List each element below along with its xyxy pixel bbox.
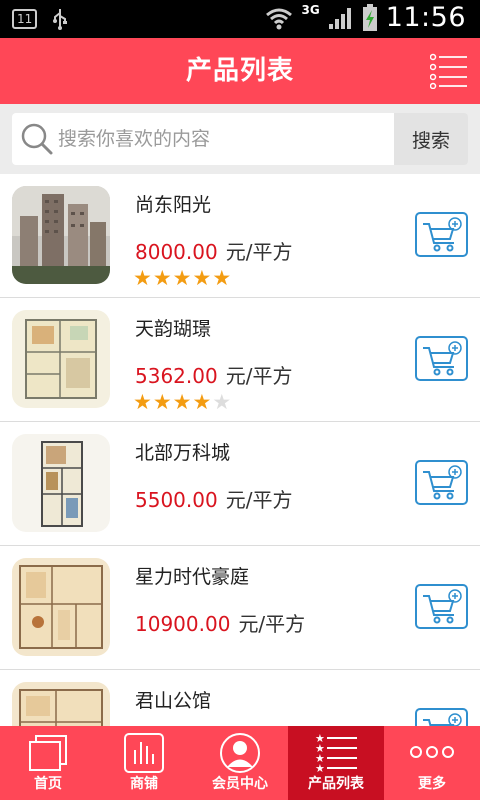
tab-label: 首页 — [34, 776, 62, 792]
search-button[interactable]: 搜索 — [394, 113, 468, 165]
product-thumbnail — [12, 558, 110, 656]
star-filled-icon: ★ — [192, 266, 212, 290]
product-thumbnail — [12, 186, 110, 284]
shop-icon — [124, 733, 164, 773]
product-price-unit: 元/平方 — [238, 612, 306, 636]
product-name: 天韵瑚璟 — [135, 318, 212, 340]
network-type-label: 3G — [301, 2, 320, 17]
list-menu-icon — [429, 53, 467, 90]
product-item[interactable]: 星力时代豪庭 10900.00 元/平方 — [0, 546, 480, 670]
add-to-cart-icon — [423, 589, 462, 624]
product-price: 10900.00 — [135, 612, 231, 636]
product-thumbnail — [12, 310, 110, 408]
search-input[interactable] — [58, 113, 388, 165]
star-filled-icon: ★ — [212, 266, 232, 290]
tab-label: 更多 — [418, 776, 446, 792]
product-name: 君山公馆 — [135, 690, 212, 712]
home-icon — [29, 735, 67, 771]
product-price-unit: 元/平方 — [225, 364, 293, 388]
list-menu-button[interactable] — [429, 53, 468, 90]
star-filled-icon: ★ — [172, 390, 192, 414]
product-price-line: 5500.00 元/平方 — [135, 484, 292, 513]
tab-home[interactable]: 首页 — [0, 726, 96, 800]
search-icon — [21, 123, 53, 155]
star-filled-icon: ★ — [172, 266, 192, 290]
star-filled-icon: ★ — [133, 266, 152, 290]
add-to-cart-icon — [423, 217, 462, 252]
more-icon — [410, 746, 454, 758]
search-box — [12, 113, 394, 165]
tab-shop[interactable]: 商铺 — [96, 726, 192, 800]
add-to-cart-icon — [423, 341, 462, 376]
product-name: 北部万科城 — [135, 442, 231, 464]
star-filled-icon: ★ — [133, 390, 152, 414]
product-thumbnail — [12, 434, 110, 532]
add-to-cart-button[interactable] — [415, 708, 468, 726]
tab-product-list[interactable]: ★ ★ ★ ★ 产品列表 — [288, 726, 384, 800]
member-icon — [220, 733, 260, 773]
search-bar: 搜索 — [0, 104, 480, 174]
status-bar: 11 3G 11:56 — [0, 0, 480, 38]
bottom-tab-bar: 首页 商铺 会员中心 ★ ★ ★ ★ 产品列表 更多 — [0, 726, 480, 800]
tab-member-center[interactable]: 会员中心 — [192, 726, 288, 800]
product-list-icon: ★ ★ ★ ★ — [315, 732, 357, 772]
product-item[interactable]: 尚东阳光 8000.00 元/平方 ★ ★ ★ ★ ★ — [0, 174, 480, 298]
tab-more[interactable]: 更多 — [384, 726, 480, 800]
tab-label: 产品列表 — [308, 776, 364, 792]
product-item[interactable]: 天韵瑚璟 5362.00 元/平方 ★ ★ ★ ★ ★ — [0, 298, 480, 422]
status-time: 11:56 — [385, 2, 466, 33]
add-to-cart-button[interactable] — [415, 584, 468, 629]
battery-icon — [362, 3, 377, 31]
notification-badge: 11 — [12, 9, 38, 29]
product-price: 5500.00 — [135, 488, 218, 512]
star-filled-icon: ★ — [192, 390, 212, 414]
signal-icon — [328, 7, 351, 29]
star-empty-icon: ★ — [212, 390, 232, 414]
tab-label: 商铺 — [130, 776, 158, 792]
product-price: 8000.00 — [135, 240, 218, 264]
star-filled-icon: ★ — [152, 390, 172, 414]
product-price-line: 10900.00 元/平方 — [135, 608, 305, 637]
page-title: 产品列表 — [185, 56, 294, 86]
product-name: 尚东阳光 — [135, 194, 212, 216]
product-name: 星力时代豪庭 — [135, 566, 250, 588]
product-item[interactable]: 君山公馆 — [0, 670, 480, 726]
product-price-unit: 元/平方 — [225, 240, 293, 264]
product-thumbnail — [12, 682, 110, 726]
add-to-cart-button[interactable] — [415, 336, 468, 381]
product-price: 5362.00 — [135, 364, 218, 388]
add-to-cart-icon — [423, 465, 462, 500]
header-bar: 产品列表 — [0, 38, 480, 104]
product-item[interactable]: 北部万科城 5500.00 元/平方 — [0, 422, 480, 546]
product-price-line: 5362.00 元/平方 — [135, 360, 292, 389]
product-list: 尚东阳光 8000.00 元/平方 ★ ★ ★ ★ ★ 天韵瑚璟 5362.00… — [0, 174, 480, 726]
product-price-line: 8000.00 元/平方 — [135, 236, 292, 265]
add-to-cart-button[interactable] — [415, 212, 468, 257]
add-to-cart-button[interactable] — [415, 460, 468, 505]
svg-text:★: ★ — [315, 762, 325, 772]
tab-label: 会员中心 — [212, 776, 268, 792]
product-price-unit: 元/平方 — [225, 488, 293, 512]
star-rating: ★ ★ ★ ★ ★ — [133, 268, 231, 289]
add-to-cart-icon — [423, 713, 462, 726]
star-rating: ★ ★ ★ ★ ★ — [133, 392, 231, 413]
star-filled-icon: ★ — [152, 266, 172, 290]
usb-icon — [53, 9, 68, 30]
wifi-icon — [266, 8, 293, 29]
